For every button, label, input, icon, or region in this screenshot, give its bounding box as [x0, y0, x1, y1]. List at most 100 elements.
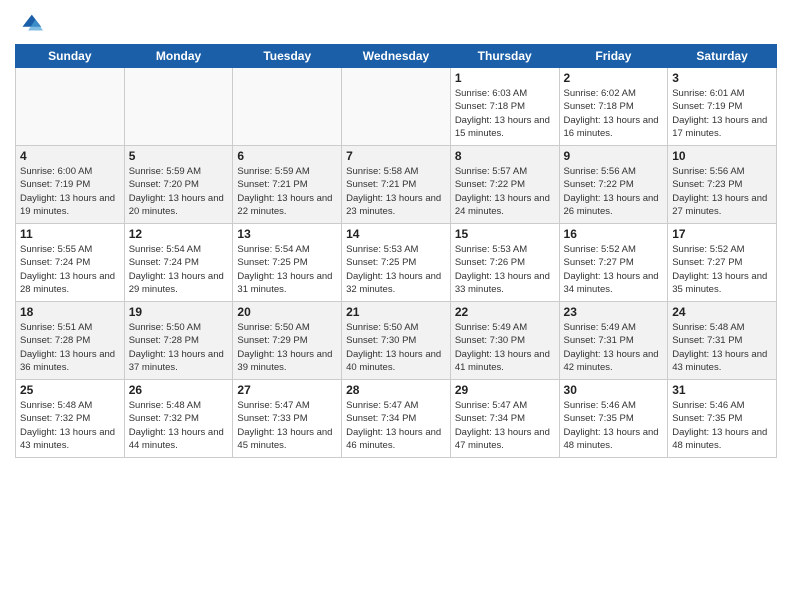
calendar-cell-1: 1Sunrise: 6:03 AMSunset: 7:18 PMDaylight…	[450, 68, 559, 146]
calendar-cell-13: 13 Sunrise: 5:54 AMSunset: 7:25 PMDayligh…	[233, 224, 342, 302]
day-number: 29	[455, 383, 555, 397]
day-info: Sunrise: 5:47 AMSunset: 7:33 PMDaylight:…	[237, 399, 337, 452]
day-number: 5	[129, 149, 229, 163]
day-info: Sunrise: 6:01 AMSunset: 7:19 PMDaylight:…	[672, 87, 772, 140]
calendar-cell-30: 30 Sunrise: 5:46 AMSunset: 7:35 PMDayligh…	[559, 380, 668, 458]
day-number: 22	[455, 305, 555, 319]
calendar-header-wednesday: Wednesday	[342, 45, 451, 68]
calendar-cell-empty	[233, 68, 342, 146]
day-info: Sunrise: 5:51 AMSunset: 7:28 PMDaylight:…	[20, 321, 120, 374]
day-info: Sunrise: 5:47 AMSunset: 7:34 PMDaylight:…	[455, 399, 555, 452]
calendar-cell-19: 19Sunrise: 5:50 AMSunset: 7:28 PMDayligh…	[124, 302, 233, 380]
day-number: 31	[672, 383, 772, 397]
calendar-cell-2: 2 Sunrise: 6:02 AMSunset: 7:18 PMDaylight…	[559, 68, 668, 146]
logo-icon	[15, 10, 43, 38]
calendar-cell-20: 20 Sunrise: 5:50 AMSunset: 7:29 PMDayligh…	[233, 302, 342, 380]
day-info: Sunrise: 5:59 AMSunset: 7:20 PMDaylight:…	[129, 165, 229, 218]
day-info: Sunrise: 5:46 AMSunset: 7:35 PMDaylight:…	[672, 399, 772, 452]
day-number: 30	[564, 383, 664, 397]
day-number: 23	[564, 305, 664, 319]
day-info: Sunrise: 5:48 AMSunset: 7:31 PMDaylight:…	[672, 321, 772, 374]
day-number: 27	[237, 383, 337, 397]
calendar-cell-18: 18 Sunrise: 5:51 AMSunset: 7:28 PMDayligh…	[16, 302, 125, 380]
calendar-cell-12: 12Sunrise: 5:54 AMSunset: 7:24 PMDayligh…	[124, 224, 233, 302]
calendar-cell-8: 8 Sunrise: 5:57 AMSunset: 7:22 PMDaylight…	[450, 146, 559, 224]
calendar-cell-11: 11 Sunrise: 5:55 AMSunset: 7:24 PMDayligh…	[16, 224, 125, 302]
day-info: Sunrise: 5:59 AMSunset: 7:21 PMDaylight:…	[237, 165, 337, 218]
calendar-cell-9: 9Sunrise: 5:56 AMSunset: 7:22 PMDaylight…	[559, 146, 668, 224]
day-number: 15	[455, 227, 555, 241]
day-info: Sunrise: 5:47 AMSunset: 7:34 PMDaylight:…	[346, 399, 446, 452]
day-info: Sunrise: 5:50 AMSunset: 7:29 PMDaylight:…	[237, 321, 337, 374]
day-info: Sunrise: 5:56 AMSunset: 7:23 PMDaylight:…	[672, 165, 772, 218]
calendar-cell-14: 14 Sunrise: 5:53 AMSunset: 7:25 PMDayligh…	[342, 224, 451, 302]
day-number: 25	[20, 383, 120, 397]
calendar-cell-empty	[342, 68, 451, 146]
day-number: 18	[20, 305, 120, 319]
day-info: Sunrise: 6:02 AMSunset: 7:18 PMDaylight:…	[564, 87, 664, 140]
day-number: 19	[129, 305, 229, 319]
day-number: 1	[455, 71, 555, 85]
calendar-week-1: 1Sunrise: 6:03 AMSunset: 7:18 PMDaylight…	[16, 68, 777, 146]
calendar-header-saturday: Saturday	[668, 45, 777, 68]
calendar-week-4: 18 Sunrise: 5:51 AMSunset: 7:28 PMDayligh…	[16, 302, 777, 380]
page: SundayMondayTuesdayWednesdayThursdayFrid…	[0, 0, 792, 612]
calendar-week-3: 11 Sunrise: 5:55 AMSunset: 7:24 PMDayligh…	[16, 224, 777, 302]
calendar-week-2: 4 Sunrise: 6:00 AMSunset: 7:19 PMDaylight…	[16, 146, 777, 224]
day-number: 10	[672, 149, 772, 163]
day-number: 3	[672, 71, 772, 85]
day-info: Sunrise: 5:58 AMSunset: 7:21 PMDaylight:…	[346, 165, 446, 218]
day-info: Sunrise: 5:48 AMSunset: 7:32 PMDaylight:…	[20, 399, 120, 452]
day-number: 2	[564, 71, 664, 85]
day-info: Sunrise: 5:52 AMSunset: 7:27 PMDaylight:…	[672, 243, 772, 296]
day-info: Sunrise: 5:50 AMSunset: 7:30 PMDaylight:…	[346, 321, 446, 374]
calendar-cell-26: 26 Sunrise: 5:48 AMSunset: 7:32 PMDayligh…	[124, 380, 233, 458]
logo	[15, 10, 47, 38]
calendar-cell-5: 5 Sunrise: 5:59 AMSunset: 7:20 PMDaylight…	[124, 146, 233, 224]
day-info: Sunrise: 5:57 AMSunset: 7:22 PMDaylight:…	[455, 165, 555, 218]
day-info: Sunrise: 5:53 AMSunset: 7:26 PMDaylight:…	[455, 243, 555, 296]
calendar-cell-23: 23 Sunrise: 5:49 AMSunset: 7:31 PMDayligh…	[559, 302, 668, 380]
day-info: Sunrise: 5:54 AMSunset: 7:25 PMDaylight:…	[237, 243, 337, 296]
calendar-header-tuesday: Tuesday	[233, 45, 342, 68]
day-number: 6	[237, 149, 337, 163]
calendar-cell-15: 15 Sunrise: 5:53 AMSunset: 7:26 PMDayligh…	[450, 224, 559, 302]
day-number: 20	[237, 305, 337, 319]
calendar-cell-empty	[124, 68, 233, 146]
day-number: 11	[20, 227, 120, 241]
calendar-header-monday: Monday	[124, 45, 233, 68]
calendar-table: SundayMondayTuesdayWednesdayThursdayFrid…	[15, 44, 777, 458]
day-number: 13	[237, 227, 337, 241]
day-info: Sunrise: 5:49 AMSunset: 7:31 PMDaylight:…	[564, 321, 664, 374]
calendar-cell-3: 3 Sunrise: 6:01 AMSunset: 7:19 PMDaylight…	[668, 68, 777, 146]
day-number: 16	[564, 227, 664, 241]
calendar-header-sunday: Sunday	[16, 45, 125, 68]
day-number: 8	[455, 149, 555, 163]
day-number: 14	[346, 227, 446, 241]
calendar-cell-28: 28 Sunrise: 5:47 AMSunset: 7:34 PMDayligh…	[342, 380, 451, 458]
calendar-cell-7: 7 Sunrise: 5:58 AMSunset: 7:21 PMDaylight…	[342, 146, 451, 224]
day-number: 4	[20, 149, 120, 163]
calendar-cell-25: 25 Sunrise: 5:48 AMSunset: 7:32 PMDayligh…	[16, 380, 125, 458]
calendar-cell-27: 27 Sunrise: 5:47 AMSunset: 7:33 PMDayligh…	[233, 380, 342, 458]
day-number: 28	[346, 383, 446, 397]
day-number: 21	[346, 305, 446, 319]
day-number: 24	[672, 305, 772, 319]
calendar-cell-4: 4 Sunrise: 6:00 AMSunset: 7:19 PMDaylight…	[16, 146, 125, 224]
day-number: 26	[129, 383, 229, 397]
day-number: 17	[672, 227, 772, 241]
day-info: Sunrise: 5:54 AMSunset: 7:24 PMDaylight:…	[129, 243, 229, 296]
day-info: Sunrise: 5:46 AMSunset: 7:35 PMDaylight:…	[564, 399, 664, 452]
calendar-week-5: 25 Sunrise: 5:48 AMSunset: 7:32 PMDayligh…	[16, 380, 777, 458]
day-info: Sunrise: 5:49 AMSunset: 7:30 PMDaylight:…	[455, 321, 555, 374]
calendar-cell-21: 21 Sunrise: 5:50 AMSunset: 7:30 PMDayligh…	[342, 302, 451, 380]
calendar-cell-10: 10 Sunrise: 5:56 AMSunset: 7:23 PMDayligh…	[668, 146, 777, 224]
day-number: 7	[346, 149, 446, 163]
calendar-header-row: SundayMondayTuesdayWednesdayThursdayFrid…	[16, 45, 777, 68]
day-info: Sunrise: 5:53 AMSunset: 7:25 PMDaylight:…	[346, 243, 446, 296]
day-info: Sunrise: 5:48 AMSunset: 7:32 PMDaylight:…	[129, 399, 229, 452]
calendar-cell-16: 16Sunrise: 5:52 AMSunset: 7:27 PMDayligh…	[559, 224, 668, 302]
calendar-cell-31: 31 Sunrise: 5:46 AMSunset: 7:35 PMDayligh…	[668, 380, 777, 458]
day-info: Sunrise: 6:00 AMSunset: 7:19 PMDaylight:…	[20, 165, 120, 218]
day-info: Sunrise: 5:55 AMSunset: 7:24 PMDaylight:…	[20, 243, 120, 296]
